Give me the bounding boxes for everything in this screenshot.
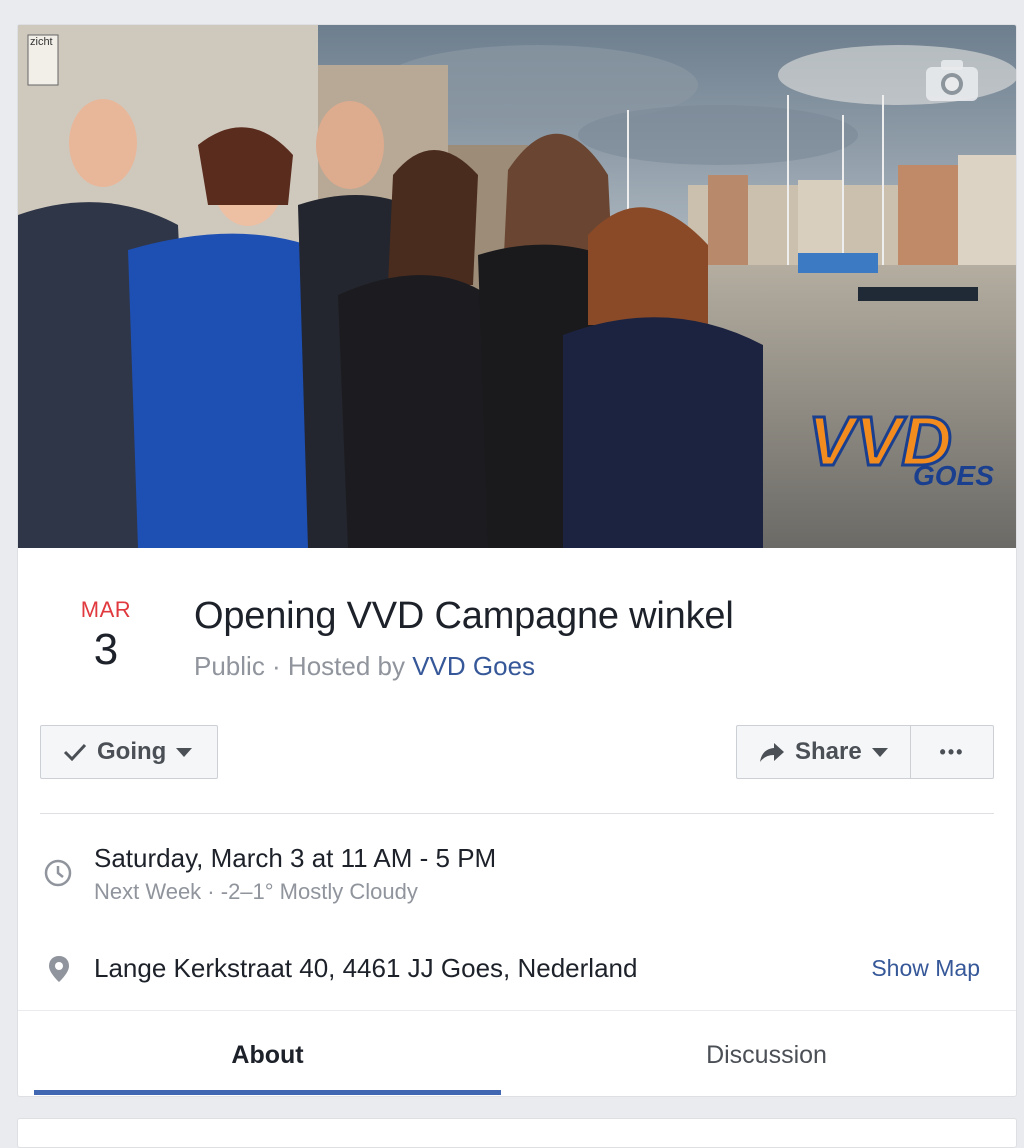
show-map-link[interactable]: Show Map: [871, 955, 980, 982]
event-title: Opening VVD Campagne winkel: [194, 595, 734, 637]
more-options-button[interactable]: •••: [910, 725, 994, 779]
going-label: Going: [97, 738, 167, 765]
share-button[interactable]: Share: [736, 725, 911, 779]
vvd-logo-subtext: GOES: [913, 460, 994, 491]
tab-about-label: About: [231, 1041, 304, 1069]
location-pin-icon: [48, 955, 70, 988]
check-icon: [63, 743, 87, 762]
event-month: MAR: [80, 597, 132, 622]
divider: [40, 813, 994, 814]
event-day: 3: [93, 625, 119, 674]
tabs-divider: [18, 1010, 1016, 1011]
event-card: zicht VVD GOES MAR 3 Opening VVD Campagn…: [17, 24, 1017, 1097]
chevron-down-icon: [176, 747, 193, 757]
cover-photo-image: zicht VVD GOES: [18, 25, 1016, 548]
camera-icon[interactable]: [924, 57, 980, 103]
tab-about[interactable]: About: [34, 1025, 501, 1095]
next-card: [17, 1118, 1017, 1148]
active-tab-indicator: [34, 1090, 501, 1095]
event-subtitle: Public · Hosted by VVD Goes: [194, 651, 535, 682]
chevron-down-icon: [871, 747, 888, 757]
more-options-icon: •••: [939, 741, 965, 762]
street-sign: zicht: [30, 36, 53, 48]
event-weather: Next Week · -2–1° Mostly Cloudy: [94, 879, 418, 904]
event-time: Saturday, March 3 at 11 AM - 5 PM: [94, 843, 497, 873]
event-location[interactable]: Lange Kerkstraat 40, 4461 JJ Goes, Neder…: [94, 953, 637, 984]
host-link[interactable]: VVD Goes: [412, 651, 535, 681]
tab-discussion[interactable]: Discussion: [533, 1025, 1000, 1095]
cover-photo: zicht VVD GOES: [18, 25, 1016, 548]
event-date: MAR 3: [58, 597, 154, 675]
share-label: Share: [795, 738, 862, 765]
share-arrow-icon: [760, 743, 784, 762]
tab-discussion-label: Discussion: [706, 1041, 827, 1069]
event-privacy: Public · Hosted by: [194, 651, 413, 681]
going-button[interactable]: Going: [40, 725, 218, 779]
clock-icon: [44, 859, 72, 892]
